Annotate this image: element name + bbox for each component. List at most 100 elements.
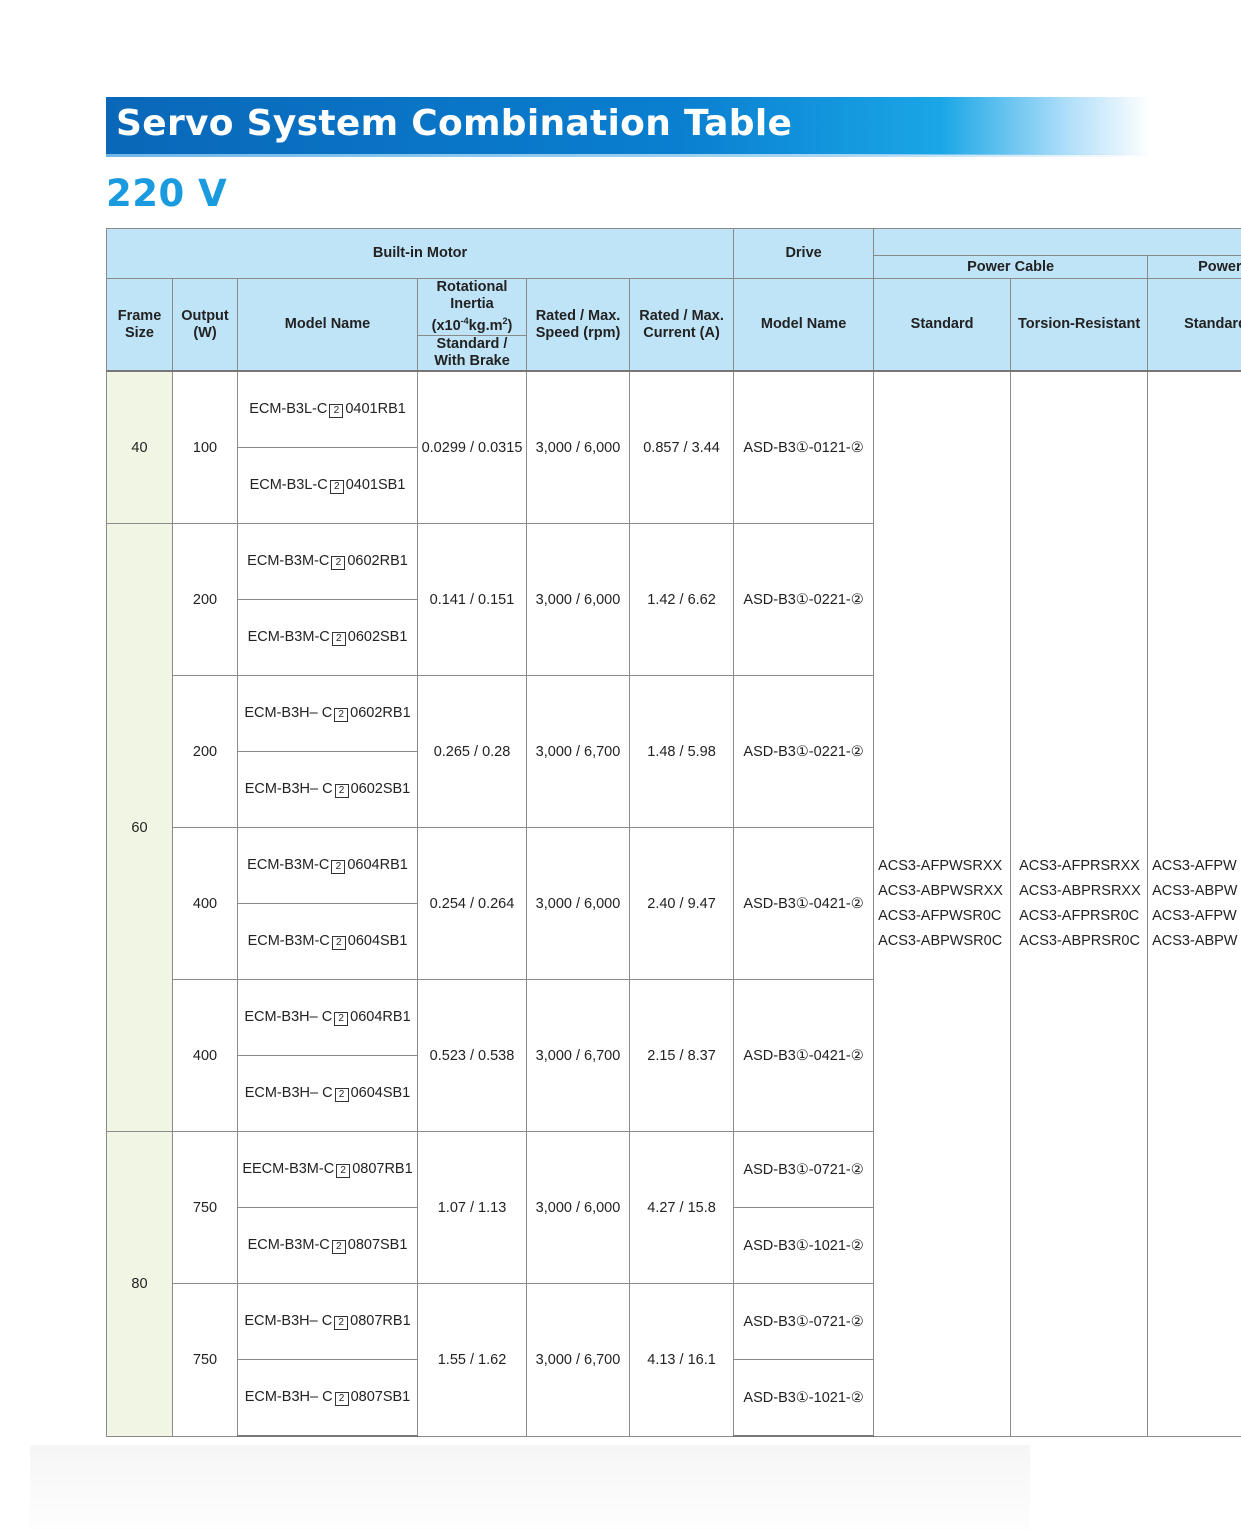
inertia-unit-a: (x10 xyxy=(431,317,461,334)
cable-standard-2-1: ACS3-AFPW xyxy=(1152,858,1237,875)
motor-model-cell: EECM-B3M-C 2 0807RB1 xyxy=(237,1131,418,1209)
motor-model-prefix: ECM-B3L-C xyxy=(249,401,328,418)
box-placeholder-icon: 2 xyxy=(331,1240,346,1255)
page-shadow xyxy=(30,1445,1030,1530)
drive-model-cell: ASD-B3①-1021-② xyxy=(733,1359,875,1438)
header-built-in-motor: Built-in Motor xyxy=(106,228,735,279)
cable-torsion-2: ACS3-ABPRSRXX xyxy=(1019,883,1141,900)
drive-model-cell: ASD-B3①-0421-② xyxy=(733,979,875,1133)
motor-model-prefix: ECM-B3H– C xyxy=(244,1085,333,1102)
box-placeholder-icon: 2 xyxy=(334,784,349,799)
motor-model-suffix: 0602SB1 xyxy=(350,781,411,798)
output-cell: 200 xyxy=(172,523,238,677)
cable-standard-1: ACS3-AFPWSRXX xyxy=(878,858,1003,875)
motor-model-suffix: 0401RB1 xyxy=(345,401,406,418)
motor-model-cell: ECM-B3H– C 2 0604RB1 xyxy=(237,979,418,1057)
inertia-cell: 0.0299 / 0.0315 xyxy=(417,370,527,525)
header-inertia: Rotational Inertia (x10-4kg.m2) xyxy=(417,278,527,336)
motor-model-suffix: 0807SB1 xyxy=(347,1237,408,1254)
frame-size-cell: 40 xyxy=(106,370,173,525)
box-placeholder-icon: 2 xyxy=(334,1392,349,1407)
inertia-exponent: -4 xyxy=(460,316,469,326)
output-cell: 750 xyxy=(172,1131,238,1285)
motor-model-cell: ECM-B3H– C 2 0602SB1 xyxy=(237,751,418,829)
current-cell: 4.13 / 16.1 xyxy=(628,1283,735,1437)
current-cell: 4.27 / 15.8 xyxy=(628,1131,735,1285)
drive-model-cell: ASD-B3①-0721-② xyxy=(733,1283,875,1361)
motor-model-suffix: 0807SB1 xyxy=(350,1389,411,1406)
motor-model-suffix: 0604RB1 xyxy=(347,857,408,874)
motor-model-cell: ECM-B3H– C 2 0604SB1 xyxy=(237,1055,418,1133)
output-cell: 400 xyxy=(172,827,238,981)
speed-cell: 3,000 / 6,700 xyxy=(526,675,630,829)
current-cell: 2.15 / 8.37 xyxy=(628,979,735,1133)
box-placeholder-icon: 2 xyxy=(334,1316,349,1331)
motor-model-prefix: ECM-B3M-C xyxy=(247,857,330,874)
cable-standard-2: ACS3-ABPWSRXX xyxy=(878,883,1003,900)
inertia-cell: 0.141 / 0.151 xyxy=(417,523,527,677)
speed-cell: 3,000 / 6,700 xyxy=(526,1283,630,1437)
motor-model-cell: ECM-B3M-C 2 0602SB1 xyxy=(237,599,418,677)
header-speed: Rated / Max. Speed (rpm) xyxy=(526,278,630,372)
inertia-cell: 0.523 / 0.538 xyxy=(417,979,527,1133)
inertia-unit-b: kg.m xyxy=(468,317,503,334)
drive-model-cell: ASD-B3①-0121-② xyxy=(733,370,875,525)
drive-model-cell: ASD-B3①-1021-② xyxy=(733,1207,875,1285)
title-underline xyxy=(106,154,1150,157)
box-placeholder-icon: 2 xyxy=(331,632,346,647)
header-drive: Drive xyxy=(733,228,875,279)
box-placeholder-icon: 2 xyxy=(334,708,349,723)
inertia-cell: 1.55 / 1.62 xyxy=(417,1283,527,1437)
speed-cell: 3,000 / 6,000 xyxy=(526,1131,630,1285)
drive-model-cell: ASD-B3①-0221-② xyxy=(733,523,875,677)
inertia-cell: 1.07 / 1.13 xyxy=(417,1131,527,1285)
motor-model-prefix: ECM-B3M-C xyxy=(247,553,330,570)
header-cable-group xyxy=(873,228,1241,256)
motor-model-prefix: ECM-B3M-C xyxy=(247,1237,330,1254)
inertia-line-1: Rotational xyxy=(436,279,508,295)
combination-table: Built-in Motor Drive Power Cable Power F… xyxy=(106,228,1241,1438)
motor-model-cell: ECM-B3M-C 2 0604SB1 xyxy=(237,903,418,981)
cable-torsion-cell: ACS3-AFPRSRXX ACS3-ABPRSRXX ACS3-AFPRSR0… xyxy=(1010,370,1149,1437)
motor-model-suffix: 0602RB1 xyxy=(347,553,408,570)
motor-model-cell: ECM-B3M-C 2 0602RB1 xyxy=(237,523,418,601)
inertia-cell: 0.265 / 0.28 xyxy=(417,675,527,829)
page-title: Servo System Combination Table xyxy=(116,103,793,144)
motor-model-suffix: 0602SB1 xyxy=(347,629,408,646)
cable-standard-4: ACS3-ABPWSR0C xyxy=(878,933,1003,950)
motor-model-cell: ECM-B3L-C 2 0401RB1 xyxy=(237,370,418,449)
speed-cell: 3,000 / 6,000 xyxy=(526,827,630,981)
output-cell: 750 xyxy=(172,1283,238,1437)
cable-torsion-3: ACS3-AFPRSR0C xyxy=(1019,908,1140,925)
motor-model-prefix: ECM-B3H– C xyxy=(244,705,333,722)
motor-model-suffix: 0602RB1 xyxy=(350,705,411,722)
box-placeholder-icon: 2 xyxy=(336,1164,351,1179)
header-standard: Standard xyxy=(873,278,1012,372)
motor-model-prefix: ECM-B3H– C xyxy=(244,1313,333,1330)
cable-standard-3: ACS3-AFPWSR0C xyxy=(878,908,1002,925)
motor-model-suffix: 0807RB1 xyxy=(350,1313,411,1330)
motor-model-prefix: EECM-B3M-C xyxy=(242,1161,335,1178)
motor-model-cell: ECM-B3M-C 2 0604RB1 xyxy=(237,827,418,905)
motor-model-suffix: 0604SB1 xyxy=(347,933,408,950)
current-cell: 1.42 / 6.62 xyxy=(628,523,735,677)
output-cell: 100 xyxy=(172,370,238,525)
speed-cell: 3,000 / 6,000 xyxy=(526,370,630,525)
cable-standard-2-4: ACS3-ABPW xyxy=(1152,933,1238,950)
cable-standard-2-cell: ACS3-AFPW ACS3-ABPW ACS3-AFPW ACS3-ABPW xyxy=(1147,370,1241,1437)
motor-model-prefix: ECM-B3L-C xyxy=(249,477,328,494)
frame-size-cell: 60 xyxy=(106,523,173,1133)
box-placeholder-icon: 2 xyxy=(331,860,346,875)
cable-standard-2-2: ACS3-ABPW xyxy=(1152,883,1238,900)
header-model-name: Model Name xyxy=(237,278,418,372)
header-current: Rated / Max. Current (A) xyxy=(628,278,735,372)
inertia-line-2: Inertia xyxy=(450,296,494,312)
motor-model-prefix: ECM-B3H– C xyxy=(244,781,333,798)
header-power-cable-2: Power xyxy=(1147,255,1241,279)
drive-model-cell: ASD-B3①-0421-② xyxy=(733,827,875,981)
current-cell: 0.857 / 3.44 xyxy=(628,370,735,525)
header-drive-model: Model Name xyxy=(733,278,875,372)
motor-model-cell: ECM-B3H– C 2 0602RB1 xyxy=(237,675,418,753)
title-bar: Servo System Combination Table xyxy=(106,97,1150,155)
combination-table-container: Built-in Motor Drive Power Cable Power F… xyxy=(106,228,1241,1441)
